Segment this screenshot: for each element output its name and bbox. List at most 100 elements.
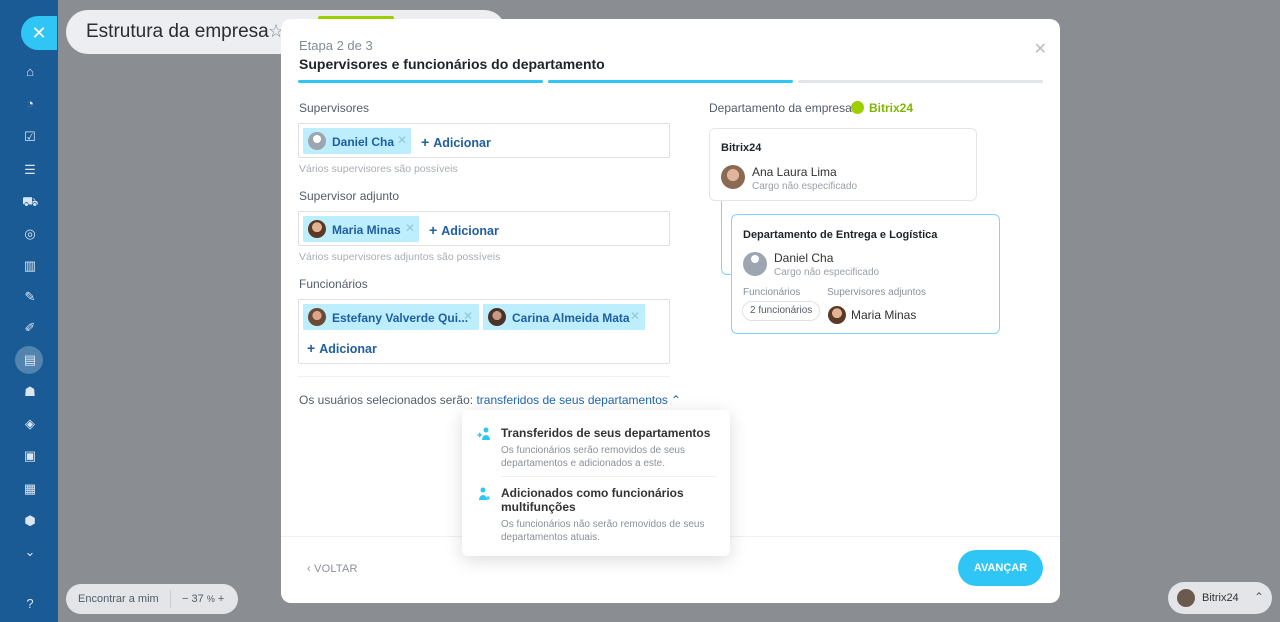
- crm-icon[interactable]: ☰: [22, 162, 38, 178]
- sign-icon[interactable]: ✎: [22, 289, 38, 305]
- cart-icon[interactable]: ⛟: [22, 194, 38, 210]
- close-icon[interactable]: ✕: [1034, 39, 1047, 59]
- avatar: [488, 308, 506, 326]
- avatar: [308, 220, 326, 238]
- head-role: Cargo não especificado: [774, 267, 880, 278]
- transfer-prefix: Os usuários selecionados serão:: [299, 393, 474, 407]
- building-icon: [851, 101, 864, 114]
- chevrons-up-icon[interactable]: ⌃: [1254, 590, 1264, 604]
- root-department-card[interactable]: Bitrix24 Ana Laura Lima Cargo não especi…: [709, 128, 977, 201]
- zoom-value: 37: [191, 593, 204, 605]
- menu-item-transfer[interactable]: Transferidos de seus departamentos Os fu…: [462, 424, 730, 474]
- remove-icon[interactable]: ✕: [397, 133, 407, 147]
- company-icon[interactable]: ▤: [22, 352, 38, 368]
- department-title: Bitrix24: [721, 142, 762, 154]
- employees-count-badge[interactable]: 2 funcionários: [742, 301, 821, 321]
- find-me-button[interactable]: Encontrar a mim: [78, 593, 159, 605]
- zoom-minus[interactable]: −: [182, 593, 188, 605]
- employee-tag[interactable]: Estefany Valverde Qui... ✕: [303, 304, 479, 330]
- remove-icon[interactable]: ✕: [463, 309, 473, 323]
- transfer-user-icon: [476, 426, 492, 442]
- user-widget[interactable]: Bitrix24 ⌃: [1168, 582, 1272, 614]
- shield-icon[interactable]: ⬢: [22, 513, 38, 529]
- portal-name: Bitrix24: [1202, 592, 1239, 604]
- back-button[interactable]: ‹ VOLTAR: [307, 563, 358, 575]
- supervisors-label: Supervisores: [299, 101, 370, 115]
- progress-step-2: [548, 80, 793, 83]
- tasks-icon[interactable]: ☑: [22, 129, 38, 145]
- head-role: Cargo não especificado: [752, 181, 858, 192]
- deputy-tag[interactable]: Maria Minas ✕: [303, 216, 419, 242]
- deputies-small-label: Supervisores adjuntos: [827, 287, 926, 298]
- left-sidebar: ✕ ⌂ ◔ ☑ ☰ ⛟ ◎ ▥ ✎ ✐ ▤ ☗ ◈ ▣ ▦ ⬢ ⌄ ?: [0, 0, 58, 622]
- help-icon[interactable]: ?: [22, 596, 38, 612]
- remove-icon[interactable]: ✕: [630, 309, 640, 323]
- head-name: Ana Laura Lima: [752, 165, 837, 179]
- zoom-toolbar: Encontrar a mim − 37 % +: [66, 584, 238, 614]
- avatar: [1177, 589, 1195, 607]
- department-title: Departamento de Entrega e Logística: [743, 229, 938, 241]
- next-button[interactable]: AVANÇAR: [958, 550, 1043, 586]
- calendar-icon[interactable]: ▦: [22, 481, 38, 497]
- avatar: [308, 132, 326, 150]
- avatar: [721, 165, 745, 189]
- edit-icon[interactable]: ✐: [22, 320, 38, 336]
- employee-tag[interactable]: Carina Almeida Mata ✕: [483, 304, 645, 330]
- menu-item-description: Os funcionários não serão removidos de s…: [501, 519, 705, 543]
- home-icon[interactable]: ⌂: [22, 64, 38, 80]
- add-deputy-button[interactable]: + Adicionar: [429, 222, 499, 238]
- tag-label: Estefany Valverde Qui...: [332, 311, 469, 325]
- supervisors-field[interactable]: Daniel Cha ✕ + Adicionar: [298, 123, 670, 158]
- page-title: Estrutura da empresa: [86, 21, 269, 42]
- zoom-plus[interactable]: +: [218, 593, 224, 605]
- zoom-unit: %: [206, 594, 215, 604]
- current-department-card[interactable]: Departamento de Entrega e Logística Dani…: [731, 214, 1000, 334]
- menu-separator: [501, 476, 717, 477]
- progress-step-3: [798, 80, 1043, 83]
- company-department-label: Departamento da empresa: [709, 101, 852, 115]
- add-user-icon: [476, 486, 492, 502]
- tag-label: Carina Almeida Mata: [512, 311, 630, 325]
- deputy-field[interactable]: Maria Minas ✕ + Adicionar: [298, 211, 670, 246]
- tag-label: Maria Minas: [332, 223, 401, 237]
- target-icon[interactable]: ◎: [22, 226, 38, 242]
- feed-icon[interactable]: ◔: [22, 96, 38, 112]
- separator: [170, 590, 171, 608]
- employees-small-label: Funcionários: [743, 287, 801, 298]
- tag-label: Daniel Cha: [332, 135, 395, 149]
- avatar: [308, 308, 326, 326]
- apps-icon[interactable]: ▣: [22, 448, 38, 464]
- more-icon[interactable]: ⌄: [22, 544, 38, 560]
- transfer-mode-menu: Transferidos de seus departamentos Os fu…: [462, 410, 730, 556]
- menu-item-multi-role[interactable]: Adicionados como funcionários multifunçõ…: [462, 484, 730, 550]
- deputy-hint: Vários supervisores adjuntos são possíve…: [299, 251, 501, 263]
- menu-item-description: Os funcionários serão removidos de seus …: [501, 445, 685, 469]
- robot-icon[interactable]: ☗: [22, 384, 38, 400]
- modal-title: Supervisores e funcionários do departame…: [299, 56, 605, 72]
- box-icon[interactable]: ◈: [22, 416, 38, 432]
- menu-item-title: Transferidos de seus departamentos: [501, 426, 711, 440]
- zoom-control[interactable]: − 37 % +: [182, 593, 224, 605]
- company-badge[interactable]: Bitrix24: [851, 101, 913, 115]
- employees-field[interactable]: Estefany Valverde Qui... ✕ Carina Almeid…: [298, 299, 670, 364]
- add-supervisor-button[interactable]: + Adicionar: [421, 134, 491, 150]
- transfer-mode-link[interactable]: transferidos de seus departamentos: [476, 393, 667, 407]
- chart-icon[interactable]: ▥: [22, 258, 38, 274]
- deputy-name: Maria Minas: [851, 308, 917, 322]
- supervisor-tag[interactable]: Daniel Cha ✕: [303, 128, 411, 154]
- progress-step-1: [298, 80, 543, 83]
- avatar: [743, 252, 767, 276]
- avatar: [828, 306, 846, 324]
- close-icon[interactable]: ✕: [21, 16, 57, 50]
- remove-icon[interactable]: ✕: [405, 221, 415, 235]
- menu-item-title: Adicionados como funcionários multifunçõ…: [501, 486, 684, 514]
- wizard-modal: Etapa 2 de 3 Supervisores e funcionários…: [281, 19, 1060, 603]
- head-name: Daniel Cha: [774, 251, 834, 265]
- employees-label: Funcionários: [299, 277, 368, 291]
- chevron-up-icon[interactable]: ⌃: [671, 393, 681, 407]
- step-indicator: Etapa 2 de 3: [299, 38, 373, 53]
- supervisors-hint: Vários supervisores são possíveis: [299, 163, 458, 175]
- add-employee-button[interactable]: + Adicionar: [307, 340, 377, 356]
- divider: [298, 376, 670, 377]
- deputy-label: Supervisor adjunto: [299, 189, 400, 203]
